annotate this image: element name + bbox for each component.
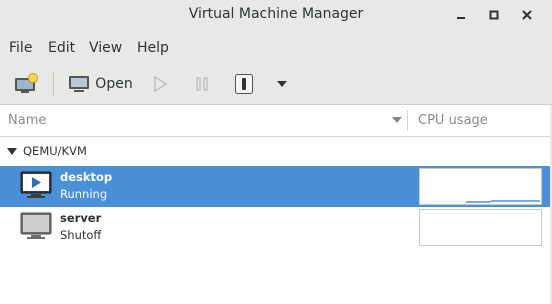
close-icon (522, 10, 532, 20)
minimize-icon (457, 17, 465, 19)
new-vm-button[interactable] (10, 70, 42, 98)
toolbar: Open (0, 63, 552, 105)
vm-status: Shutoff (60, 228, 102, 242)
cpu-usage-graph (419, 168, 542, 205)
menu-help[interactable]: Help (137, 40, 169, 56)
column-cpu-label: CPU usage (418, 113, 488, 128)
vm-row[interactable]: server Shutoff (0, 207, 552, 248)
pause-button[interactable] (190, 70, 214, 98)
sort-arrow-icon (392, 117, 402, 123)
play-icon (154, 76, 167, 92)
menu-bar: File Edit View Help (0, 31, 552, 63)
menu-file[interactable]: File (9, 40, 32, 56)
monitor-icon (69, 76, 90, 92)
cpu-usage-line (466, 200, 540, 203)
vm-name: server (60, 211, 102, 225)
menu-view[interactable]: View (89, 40, 122, 56)
cpu-usage-graph (419, 209, 542, 246)
close-button[interactable] (516, 4, 538, 26)
list-header: Name CPU usage (0, 105, 552, 137)
column-divider (407, 110, 408, 131)
minimize-button[interactable] (450, 4, 472, 26)
open-button[interactable]: Open (66, 70, 134, 98)
expander-icon[interactable] (7, 148, 17, 156)
toolbar-separator (53, 72, 54, 96)
column-name-label: Name (8, 113, 47, 128)
dropdown-arrow-icon (277, 81, 287, 87)
connection-name: QEMU/KVM (23, 144, 87, 158)
shutdown-button[interactable] (232, 70, 256, 98)
open-label: Open (95, 76, 133, 92)
title-bar: Virtual Machine Manager (0, 0, 552, 31)
vm-row[interactable]: desktop Running (0, 166, 552, 207)
connection-row[interactable]: QEMU/KVM (0, 137, 552, 165)
menu-edit[interactable]: Edit (48, 40, 75, 56)
column-header-name[interactable]: Name (8, 105, 406, 136)
new-vm-icon (15, 73, 38, 93)
maximize-icon (489, 10, 499, 20)
vm-off-icon (20, 212, 52, 239)
maximize-button[interactable] (483, 4, 505, 26)
vm-status: Running (60, 187, 108, 201)
column-header-cpu[interactable]: CPU usage (418, 105, 548, 136)
power-icon (235, 74, 253, 94)
run-button[interactable] (148, 70, 172, 98)
vm-name: desktop (60, 170, 113, 184)
vm-running-icon (20, 171, 52, 198)
shutdown-menu-button[interactable] (272, 70, 292, 98)
pause-icon (196, 77, 208, 91)
